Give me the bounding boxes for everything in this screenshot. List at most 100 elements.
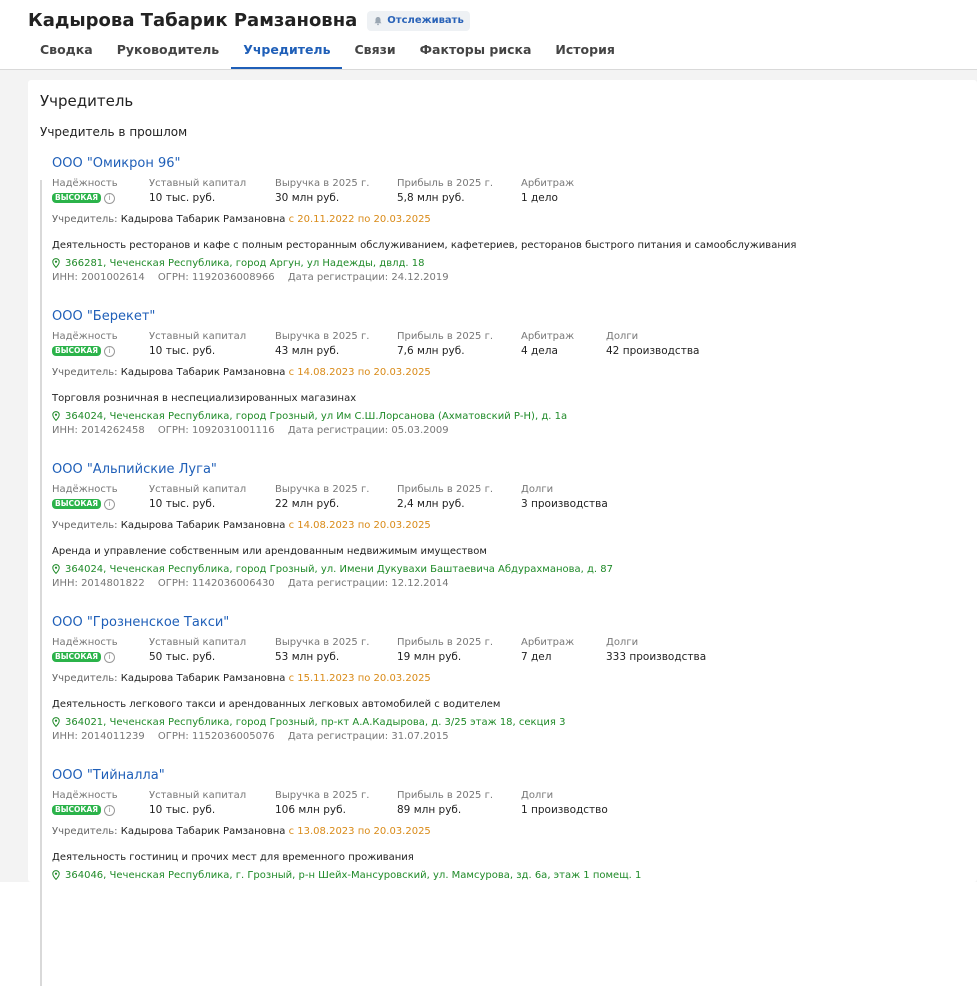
founder-name[interactable]: Кадырова Табарик Рамзановна [121, 520, 286, 531]
follow-button[interactable]: Отслеживать [367, 10, 470, 31]
metric-reliability-label: Надёжность [52, 178, 118, 189]
metric-extra1-label: Арбитраж [521, 637, 575, 648]
metrics-row: Надёжность ВЫСОКАЯ i Уставный капитал 10 … [52, 790, 952, 820]
founder-name[interactable]: Кадырова Табарик Рамзановна [121, 673, 286, 684]
metric-revenue-label: Выручка в 2025 г. [275, 790, 370, 801]
metric-revenue: Выручка в 2025 г. 30 млн руб. [275, 178, 369, 204]
info-icon[interactable]: i [104, 651, 116, 663]
ogrn: ОГРН: 1092031001116 [157, 425, 275, 436]
metric-extra2: Долги 42 производства [606, 331, 699, 357]
info-icon[interactable]: i [104, 192, 116, 204]
metric-capital-value: 50 тыс. руб. [149, 651, 216, 663]
inn: ИНН: 2014011239 [52, 731, 145, 742]
metric-extra2-value[interactable]: 333 производства [606, 651, 706, 663]
metric-extra2-label: Долги [606, 637, 639, 648]
tab-links[interactable]: Связи [342, 36, 407, 69]
ogrn: ОГРН: 1152036005076 [157, 731, 275, 742]
metric-extra1-label: Долги [521, 484, 554, 495]
company-address[interactable]: 364024, Чеченская Республика, город Гроз… [52, 409, 952, 423]
address-text: 364046, Чеченская Республика, г. Грозный… [65, 869, 642, 881]
tab-head[interactable]: Руководитель [105, 36, 232, 69]
company-activity: Деятельность гостиниц и прочих мест для … [52, 852, 414, 863]
tab-founder[interactable]: Учредитель [231, 36, 343, 69]
company-activity: Деятельность ресторанов и кафе с полным … [52, 240, 797, 251]
info-icon[interactable]: i [104, 498, 116, 510]
company-address[interactable]: 364046, Чеченская Республика, г. Грозный… [52, 868, 952, 882]
company-address[interactable]: 364024, Чеченская Республика, город Гроз… [52, 562, 952, 576]
metric-capital-value: 10 тыс. руб. [149, 192, 216, 204]
metric-revenue: Выручка в 2025 г. 106 млн руб. [275, 790, 369, 816]
founder-name[interactable]: Кадырова Табарик Рамзановна [121, 214, 286, 225]
company-name-link[interactable]: ООО "Омикрон 96" [52, 156, 952, 174]
founder-name[interactable]: Кадырова Табарик Рамзановна [121, 367, 286, 378]
metric-capital-label: Уставный капитал [149, 331, 247, 342]
company-item: ООО "Грозненское Такси" Надёжность ВЫСОК… [40, 615, 952, 833]
metric-capital-value: 10 тыс. руб. [149, 345, 216, 357]
address-text: 364024, Чеченская Республика, город Гроз… [65, 563, 613, 575]
info-icon[interactable]: i [104, 804, 116, 816]
company-name-link[interactable]: ООО "Альпийские Луга" [52, 462, 952, 480]
metrics-row: Надёжность ВЫСОКАЯ i Уставный капитал 10 … [52, 331, 952, 361]
metric-extra1-value[interactable]: 7 дел [521, 651, 574, 663]
inn: ИНН: 2001002614 [52, 272, 145, 283]
metric-profit-label: Прибыль в 2025 г. [397, 637, 494, 648]
company-address[interactable]: 364021, Чеченская Республика, город Гроз… [52, 715, 952, 729]
metric-revenue-value: 106 млн руб. [275, 804, 346, 816]
founder-card: Учредитель Учредитель в прошлом ООО "Оми… [28, 80, 977, 986]
company-activity: Торговля розничная в неспециализированны… [52, 393, 357, 404]
company-name-link[interactable]: ООО "Тийналла" [52, 768, 952, 786]
metrics-row: Надёжность ВЫСОКАЯ i Уставный капитал 10 … [52, 484, 952, 514]
company-address[interactable]: 366281, Чеченская Республика, город Аргу… [52, 256, 952, 270]
metric-reliability: Надёжность ВЫСОКАЯ i [52, 331, 118, 357]
metric-revenue-label: Выручка в 2025 г. [275, 331, 370, 342]
tab-risk-factors[interactable]: Факторы риска [408, 36, 544, 69]
title-row: Кадырова Табарик Рамзановна Отслеживать [28, 10, 470, 31]
founder-period: с 20.11.2022 по 20.03.2025 [288, 214, 431, 225]
metric-extra2-value[interactable]: 42 производства [606, 345, 699, 357]
founder-line: Учредитель: Кадырова Табарик Рамзановна … [52, 673, 952, 687]
page-title: Кадырова Табарик Рамзановна [28, 10, 358, 31]
metric-capital: Уставный капитал 50 тыс. руб. [149, 637, 246, 663]
company-item: ООО "Тийналла" Надёжность ВЫСОКАЯ i Устав… [40, 768, 952, 986]
metric-profit-label: Прибыль в 2025 г. [397, 178, 494, 189]
ogrn: ОГРН: 1192036008966 [157, 272, 275, 283]
location-pin-icon [52, 564, 60, 574]
metric-reliability: Надёжность ВЫСОКАЯ i [52, 637, 118, 663]
metric-revenue-value: 43 млн руб. [275, 345, 340, 357]
company-name-link[interactable]: ООО "Берекет" [52, 309, 952, 327]
metric-extra1-value[interactable]: 4 дела [521, 345, 574, 357]
tab-summary[interactable]: Сводка [28, 36, 105, 69]
metric-reliability-label: Надёжность [52, 331, 118, 342]
company-details: Надёжность ВЫСОКАЯ i Уставный капитал 10 … [40, 178, 952, 374]
metric-extra2-label: Долги [606, 331, 639, 342]
metric-profit-value: 5,8 млн руб. [397, 192, 465, 204]
section-subtitle: Учредитель в прошлом [40, 125, 188, 139]
metric-extra1-value[interactable]: 1 дело [521, 192, 574, 204]
tab-history[interactable]: История [543, 36, 626, 69]
metric-extra1-value[interactable]: 3 производства [521, 498, 608, 510]
metric-revenue-value: 30 млн руб. [275, 192, 340, 204]
founder-period: с 14.08.2023 по 20.03.2025 [288, 367, 431, 378]
metric-extra1: Арбитраж 7 дел [521, 637, 574, 663]
follow-label: Отслеживать [387, 15, 464, 26]
info-icon[interactable]: i [104, 345, 116, 357]
location-pin-icon [52, 717, 60, 727]
metric-extra1: Долги 3 производства [521, 484, 608, 510]
bell-icon [374, 16, 382, 25]
company-name-link[interactable]: ООО "Грозненское Такси" [52, 615, 952, 633]
section-title: Учредитель [40, 92, 134, 110]
reg-date: Дата регистрации: 12.12.2014 [287, 578, 449, 589]
reliability-badge: ВЫСОКАЯ [52, 346, 102, 356]
founder-name[interactable]: Кадырова Табарик Рамзановна [121, 826, 286, 837]
metric-profit: Прибыль в 2025 г. 7,6 млн руб. [397, 331, 493, 357]
metric-reliability: Надёжность ВЫСОКАЯ i [52, 790, 118, 816]
founder-line: Учредитель: Кадырова Табарик Рамзановна … [52, 214, 952, 228]
company-details: Надёжность ВЫСОКАЯ i Уставный капитал 10 … [40, 484, 952, 680]
metric-profit-value: 89 млн руб. [397, 804, 462, 816]
metric-extra1: Арбитраж 1 дело [521, 178, 574, 204]
company-activity: Аренда и управление собственным или арен… [52, 546, 487, 557]
metric-extra1-value[interactable]: 1 производство [521, 804, 608, 816]
founder-line: Учредитель: Кадырова Табарик Рамзановна … [52, 367, 952, 381]
founder-prefix: Учредитель: [52, 367, 118, 378]
address-text: 366281, Чеченская Республика, город Аргу… [65, 257, 425, 269]
